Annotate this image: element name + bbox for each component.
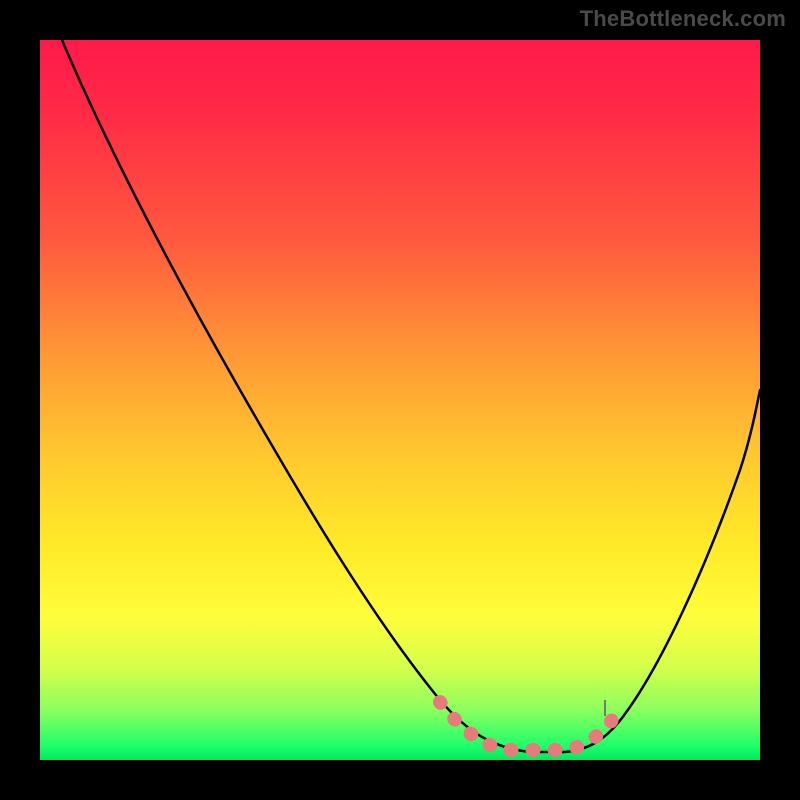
watermark-text: TheBottleneck.com (580, 6, 786, 32)
chart-frame: TheBottleneck.com (0, 0, 800, 800)
bottleneck-curve (62, 40, 760, 752)
plot-area (40, 40, 760, 760)
curve-layer (40, 40, 760, 760)
